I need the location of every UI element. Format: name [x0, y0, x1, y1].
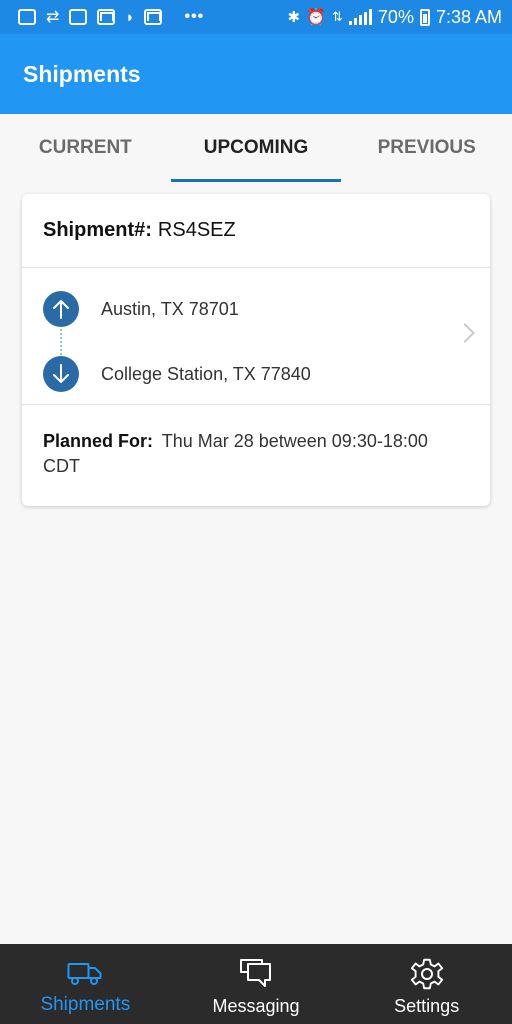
truck-icon [67, 956, 103, 992]
tab-upcoming[interactable]: UPCOMING [170, 114, 342, 182]
origin-address: Austin, TX 78701 [101, 298, 239, 319]
destination-address: College Station, TX 77840 [101, 363, 311, 384]
evernote-icon: ◗ [125, 8, 135, 26]
nav-shipments[interactable]: Shipments [0, 944, 171, 1024]
planned-for-label: Planned For: [43, 431, 154, 451]
nav-settings[interactable]: Settings [341, 944, 512, 1024]
shipment-number-label: Shipment#: [43, 219, 152, 241]
nav-messaging[interactable]: Messaging [171, 944, 342, 1024]
notification-icons: ⇄ ◗ ••• [18, 7, 204, 27]
origin-stop: Austin, TX 78701 [43, 291, 239, 327]
planned-for: Planned For: Thu Mar 28 between 09:30-18… [22, 405, 490, 479]
bluetooth-icon: ✱ [287, 9, 301, 26]
tab-current[interactable]: CURRENT [0, 114, 171, 182]
alarm-icon: ⏰ [306, 9, 327, 26]
tab-bar: CURRENT UPCOMING PREVIOUS [0, 114, 512, 182]
signal-icon [348, 9, 372, 25]
gmail-icon [97, 9, 116, 25]
data-network-icon: ⇅ [332, 9, 343, 24]
arrow-up-icon [43, 291, 79, 327]
bottom-navigation: Shipments Messaging Settings [0, 944, 512, 1024]
app-notification-icon [18, 9, 36, 25]
arrow-down-icon [43, 356, 79, 392]
shipment-card[interactable]: Shipment#: RS4SEZ Austin, TX 78701 Colle… [22, 194, 490, 506]
destination-stop: College Station, TX 77840 [43, 356, 311, 392]
gear-icon [410, 956, 444, 992]
document-icon [69, 9, 88, 25]
route-section[interactable]: Austin, TX 78701 College Station, TX 778… [22, 268, 490, 405]
app-bar: Shipments [0, 34, 512, 114]
clock: 7:38 AM [435, 6, 502, 27]
chevron-right-icon[interactable] [455, 323, 475, 343]
nav-messaging-label: Messaging [212, 996, 300, 1016]
chat-bubbles-icon [238, 956, 274, 992]
route-connector [60, 329, 62, 355]
status-bar: ⇄ ◗ ••• ✱ ⏰ ⇅ 70% 7:38 AM [0, 0, 512, 34]
nav-settings-label: Settings [394, 996, 460, 1016]
system-status: ✱ ⏰ ⇅ 70% 7:38 AM [288, 7, 502, 28]
shipment-number: RS4SEZ [157, 219, 236, 241]
shipment-number-row: Shipment#: RS4SEZ [22, 194, 490, 268]
more-notifications-icon: ••• [184, 8, 205, 25]
transfer-icon: ⇄ [46, 9, 60, 26]
nav-shipments-label: Shipments [40, 994, 131, 1015]
battery-percent: 70% [377, 6, 414, 27]
battery-icon [419, 8, 430, 26]
page-title: Shipments [23, 60, 141, 87]
tab-previous[interactable]: PREVIOUS [341, 114, 512, 182]
gmail-icon [144, 9, 163, 25]
